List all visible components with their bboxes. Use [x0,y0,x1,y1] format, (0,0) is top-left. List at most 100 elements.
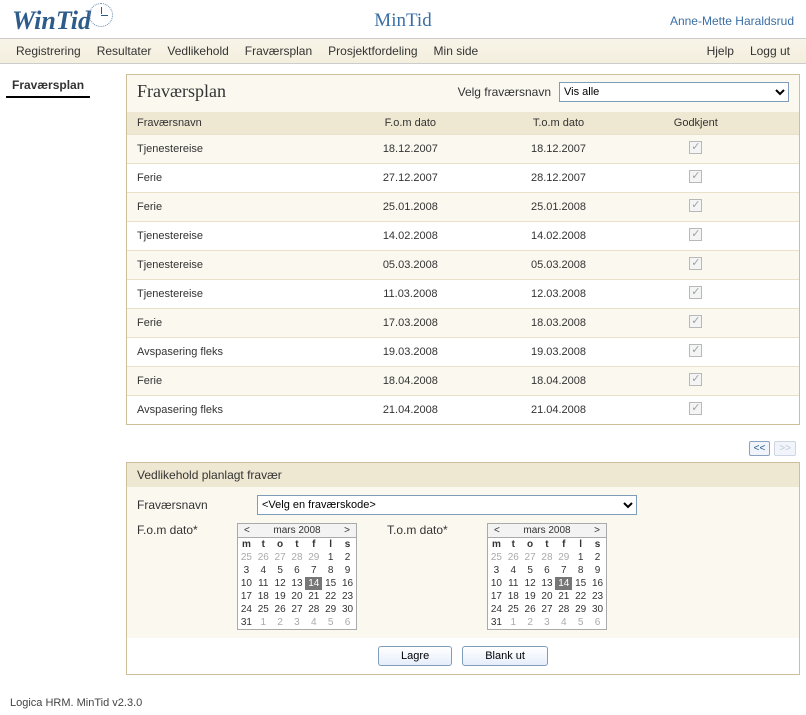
cal-day[interactable]: 3 [289,616,306,629]
cal-day[interactable]: 8 [322,564,339,577]
filter-select[interactable]: Vis alle [559,82,789,102]
cal-day[interactable]: 12 [272,577,289,590]
cal-day[interactable]: 17 [238,590,255,603]
cal-prev[interactable]: < [241,525,253,536]
cal-day[interactable]: 31 [238,616,255,629]
cal-day[interactable]: 25 [255,603,272,616]
cal-day[interactable]: 11 [505,577,522,590]
cal-day[interactable]: 21 [305,590,322,603]
cal-day[interactable]: 1 [572,551,589,564]
cal-day[interactable]: 1 [255,616,272,629]
cal-day[interactable]: 6 [539,564,556,577]
cal-day[interactable]: 11 [255,577,272,590]
cal-day[interactable]: 2 [589,551,606,564]
table-row[interactable]: Tjenestereise14.02.200814.02.2008 [127,222,799,251]
cal-day[interactable]: 26 [272,603,289,616]
table-row[interactable]: Ferie18.04.200818.04.2008 [127,367,799,396]
cal-day[interactable]: 24 [238,603,255,616]
cal-day[interactable]: 22 [322,590,339,603]
cal-day[interactable]: 28 [305,603,322,616]
cal-day[interactable]: 4 [305,616,322,629]
cal-day[interactable]: 29 [322,603,339,616]
cal-day[interactable]: 8 [572,564,589,577]
cal-day[interactable]: 5 [272,564,289,577]
cal-day[interactable]: 2 [339,551,356,564]
cal-day[interactable]: 4 [555,616,572,629]
cal-day[interactable]: 27 [289,603,306,616]
pager-prev[interactable]: << [749,441,771,456]
cal-day[interactable]: 21 [555,590,572,603]
cal-day[interactable]: 27 [522,551,539,564]
cal-day[interactable]: 5 [322,616,339,629]
absence-code-select[interactable]: <Velg en fraværskode> [257,495,637,515]
cal-day[interactable]: 2 [272,616,289,629]
table-row[interactable]: Tjenestereise11.03.200812.03.2008 [127,280,799,309]
clear-button[interactable]: Blank ut [462,646,548,666]
cal-day[interactable]: 25 [238,551,255,564]
cal-day[interactable]: 6 [289,564,306,577]
cal-day[interactable]: 19 [272,590,289,603]
cal-day[interactable]: 6 [589,616,606,629]
menu-item-0[interactable]: Registrering [8,39,89,63]
table-row[interactable]: Tjenestereise18.12.200718.12.2007 [127,135,799,164]
menu-right-1[interactable]: Logg ut [742,39,798,63]
cal-day[interactable]: 4 [255,564,272,577]
cal-day[interactable]: 5 [572,616,589,629]
cal-day[interactable]: 31 [488,616,505,629]
cal-day[interactable]: 12 [522,577,539,590]
cal-prev[interactable]: < [491,525,503,536]
cal-next[interactable]: > [341,525,353,536]
cal-day[interactable]: 13 [289,577,306,590]
cal-day[interactable]: 15 [322,577,339,590]
cal-day[interactable]: 2 [522,616,539,629]
cal-day[interactable]: 17 [488,590,505,603]
cal-day[interactable]: 28 [539,551,556,564]
cal-day[interactable]: 28 [555,603,572,616]
table-row[interactable]: Avspasering fleks19.03.200819.03.2008 [127,338,799,367]
cal-next[interactable]: > [591,525,603,536]
menu-item-2[interactable]: Vedlikehold [159,39,236,63]
cal-day[interactable]: 18 [255,590,272,603]
cal-day[interactable]: 3 [238,564,255,577]
save-button[interactable]: Lagre [378,646,452,666]
sidebar-item-fravaersplan[interactable]: Fraværsplan [6,74,90,98]
from-calendar[interactable]: <mars 2008>mtotfls2526272829123456789101… [237,523,357,630]
cal-day[interactable]: 3 [488,564,505,577]
table-row[interactable]: Tjenestereise05.03.200805.03.2008 [127,251,799,280]
cal-day[interactable]: 15 [572,577,589,590]
cal-day[interactable]: 10 [488,577,505,590]
cal-day[interactable]: 20 [539,590,556,603]
cal-day[interactable]: 23 [339,590,356,603]
cal-day[interactable]: 16 [589,577,606,590]
cal-day[interactable]: 6 [339,616,356,629]
menu-item-3[interactable]: Fraværsplan [237,39,320,63]
cal-day[interactable]: 24 [488,603,505,616]
table-row[interactable]: Ferie25.01.200825.01.2008 [127,193,799,222]
cal-day[interactable]: 16 [339,577,356,590]
cal-day[interactable]: 1 [322,551,339,564]
cal-day[interactable]: 14 [305,577,322,590]
menu-item-4[interactable]: Prosjektfordeling [320,39,425,63]
cal-day[interactable]: 25 [488,551,505,564]
cal-day[interactable]: 25 [505,603,522,616]
menu-right-0[interactable]: Hjelp [699,39,742,63]
cal-day[interactable]: 30 [339,603,356,616]
cal-day[interactable]: 18 [505,590,522,603]
cal-day[interactable]: 14 [555,577,572,590]
cal-day[interactable]: 10 [238,577,255,590]
cal-day[interactable]: 26 [255,551,272,564]
menu-item-1[interactable]: Resultater [89,39,160,63]
cal-day[interactable]: 23 [589,590,606,603]
table-row[interactable]: Ferie27.12.200728.12.2007 [127,164,799,193]
cal-day[interactable]: 29 [555,551,572,564]
cal-day[interactable]: 9 [589,564,606,577]
cal-day[interactable]: 7 [555,564,572,577]
cal-day[interactable]: 28 [289,551,306,564]
cal-day[interactable]: 27 [272,551,289,564]
table-row[interactable]: Ferie17.03.200818.03.2008 [127,309,799,338]
cal-day[interactable]: 1 [505,616,522,629]
cal-day[interactable]: 5 [522,564,539,577]
cal-day[interactable]: 26 [505,551,522,564]
cal-day[interactable]: 30 [589,603,606,616]
table-row[interactable]: Avspasering fleks21.04.200821.04.2008 [127,396,799,425]
